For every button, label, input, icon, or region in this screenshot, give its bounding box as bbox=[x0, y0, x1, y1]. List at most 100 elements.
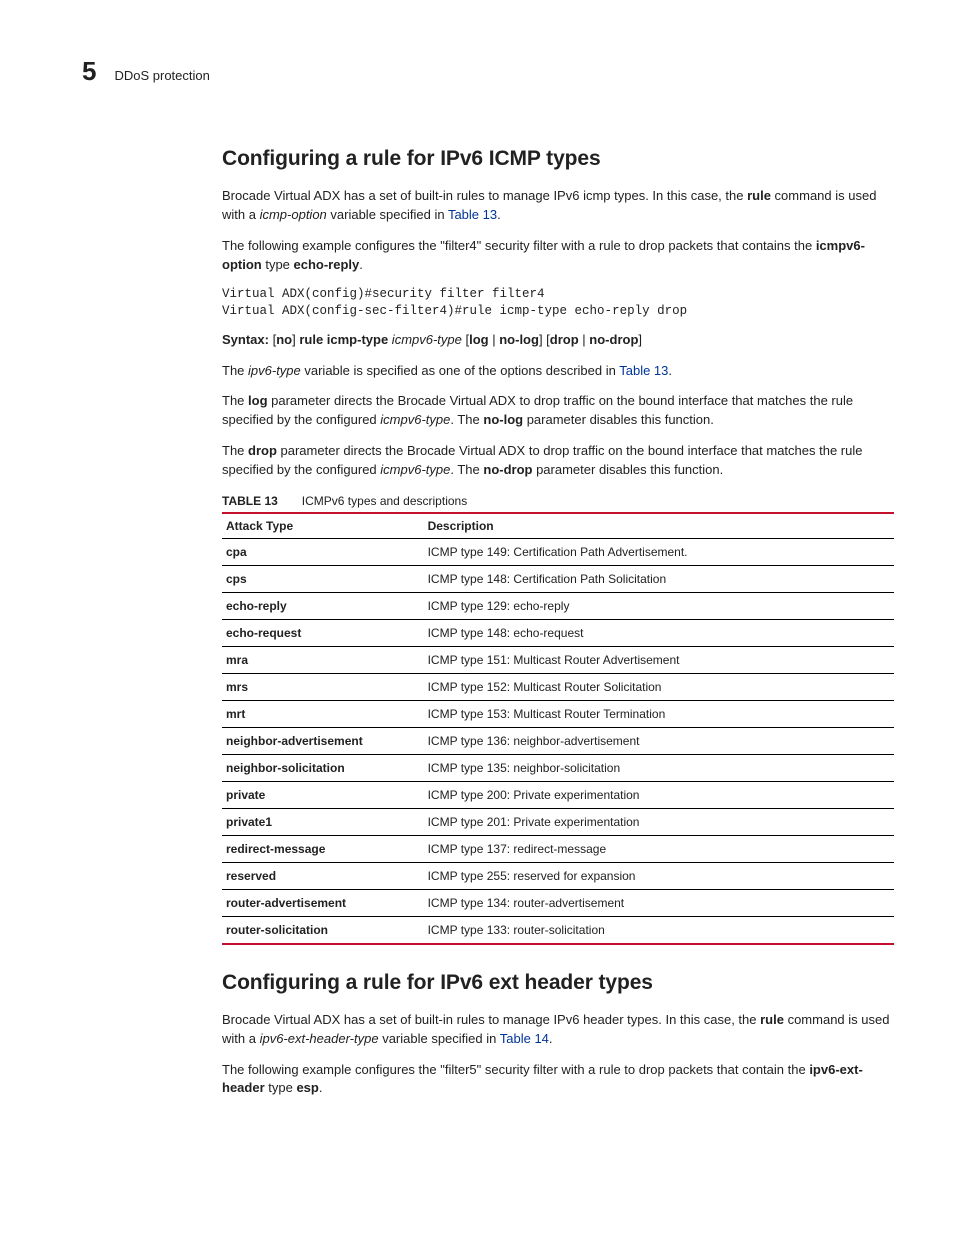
syntax-label: Syntax: bbox=[222, 332, 273, 347]
cell-attack-type: redirect-message bbox=[222, 835, 424, 862]
table-header-row: Attack Type Description bbox=[222, 513, 894, 539]
paragraph: The drop parameter directs the Brocade V… bbox=[222, 442, 894, 480]
text: . bbox=[668, 363, 672, 378]
syntax-line: Syntax: [no] rule icmp-type icmpv6-type … bbox=[222, 330, 894, 350]
cell-description: ICMP type 255: reserved for expansion bbox=[424, 862, 894, 889]
table-row: cpaICMP type 149: Certification Path Adv… bbox=[222, 538, 894, 565]
cell-description: ICMP type 152: Multicast Router Solicita… bbox=[424, 673, 894, 700]
heading-ext-header-types: Configuring a rule for IPv6 ext header t… bbox=[222, 971, 894, 995]
cell-attack-type: private1 bbox=[222, 808, 424, 835]
col-header-attack: Attack Type bbox=[222, 513, 424, 539]
table-row: router-solicitationICMP type 133: router… bbox=[222, 916, 894, 944]
table-row: reservedICMP type 255: reserved for expa… bbox=[222, 862, 894, 889]
heading-icmp-types: Configuring a rule for IPv6 ICMP types bbox=[222, 147, 894, 171]
paragraph: Brocade Virtual ADX has a set of built-i… bbox=[222, 187, 894, 225]
text: The bbox=[222, 443, 248, 458]
text: The following example configures the "fi… bbox=[222, 1062, 809, 1077]
table-number: TABLE 13 bbox=[222, 494, 278, 508]
cell-attack-type: mrt bbox=[222, 700, 424, 727]
table-row: neighbor-advertisementICMP type 136: nei… bbox=[222, 727, 894, 754]
paragraph: Brocade Virtual ADX has a set of built-i… bbox=[222, 1011, 894, 1049]
code-block: Virtual ADX(config)#security filter filt… bbox=[222, 286, 894, 320]
cell-attack-type: echo-reply bbox=[222, 592, 424, 619]
variable: ipv6-ext-header-type bbox=[260, 1031, 379, 1046]
text: . bbox=[549, 1031, 553, 1046]
text: parameter disables this function. bbox=[523, 412, 714, 427]
keyword: no bbox=[276, 332, 292, 347]
icmpv6-types-table: Attack Type Description cpaICMP type 149… bbox=[222, 512, 894, 945]
cell-description: ICMP type 136: neighbor-advertisement bbox=[424, 727, 894, 754]
cell-attack-type: neighbor-solicitation bbox=[222, 754, 424, 781]
cell-attack-type: reserved bbox=[222, 862, 424, 889]
table-row: mrtICMP type 153: Multicast Router Termi… bbox=[222, 700, 894, 727]
paragraph: The log parameter directs the Brocade Vi… bbox=[222, 392, 894, 430]
table-caption: TABLE 13 ICMPv6 types and descriptions bbox=[222, 494, 894, 508]
cell-description: ICMP type 148: echo-request bbox=[424, 619, 894, 646]
cell-description: ICMP type 151: Multicast Router Advertis… bbox=[424, 646, 894, 673]
text: . bbox=[319, 1080, 323, 1095]
table-link[interactable]: Table 14 bbox=[500, 1031, 549, 1046]
table-link[interactable]: Table 13 bbox=[619, 363, 668, 378]
text: ] [ bbox=[539, 332, 550, 347]
cell-description: ICMP type 201: Private experimentation bbox=[424, 808, 894, 835]
page: 5 DDoS protection Configuring a rule for… bbox=[0, 0, 954, 1170]
text: type bbox=[265, 1080, 297, 1095]
table-row: echo-replyICMP type 129: echo-reply bbox=[222, 592, 894, 619]
chapter-number: 5 bbox=[82, 56, 96, 87]
text: . bbox=[359, 257, 363, 272]
keyword: drop bbox=[550, 332, 579, 347]
text: | bbox=[579, 332, 590, 347]
section-label: DDoS protection bbox=[114, 68, 209, 83]
table-row: neighbor-solicitationICMP type 135: neig… bbox=[222, 754, 894, 781]
text: Brocade Virtual ADX has a set of built-i… bbox=[222, 1012, 760, 1027]
table-row: echo-requestICMP type 148: echo-request bbox=[222, 619, 894, 646]
cell-description: ICMP type 135: neighbor-solicitation bbox=[424, 754, 894, 781]
cmd-keyword: rule bbox=[747, 188, 771, 203]
table-link[interactable]: Table 13 bbox=[448, 207, 497, 222]
cell-description: ICMP type 137: redirect-message bbox=[424, 835, 894, 862]
cell-description: ICMP type 134: router-advertisement bbox=[424, 889, 894, 916]
keyword: log bbox=[248, 393, 268, 408]
cell-attack-type: mra bbox=[222, 646, 424, 673]
keyword: rule icmp-type bbox=[299, 332, 388, 347]
running-header: 5 DDoS protection bbox=[82, 56, 894, 87]
cell-attack-type: cps bbox=[222, 565, 424, 592]
cell-description: ICMP type 148: Certification Path Solici… bbox=[424, 565, 894, 592]
keyword: no-drop bbox=[589, 332, 638, 347]
cell-attack-type: echo-request bbox=[222, 619, 424, 646]
table-row: mraICMP type 151: Multicast Router Adver… bbox=[222, 646, 894, 673]
text: type bbox=[262, 257, 294, 272]
keyword: no-log bbox=[483, 412, 523, 427]
table-title: ICMPv6 types and descriptions bbox=[302, 494, 467, 508]
cell-attack-type: router-advertisement bbox=[222, 889, 424, 916]
paragraph: The ipv6-type variable is specified as o… bbox=[222, 362, 894, 381]
variable: icmp-option bbox=[260, 207, 327, 222]
paragraph: The following example configures the "fi… bbox=[222, 237, 894, 275]
variable: icmpv6-type bbox=[380, 462, 450, 477]
cell-description: ICMP type 149: Certification Path Advert… bbox=[424, 538, 894, 565]
variable: icmpv6-type bbox=[380, 412, 450, 427]
cell-attack-type: private bbox=[222, 781, 424, 808]
text: ] bbox=[638, 332, 642, 347]
paragraph: The following example configures the "fi… bbox=[222, 1061, 894, 1099]
cell-attack-type: cpa bbox=[222, 538, 424, 565]
col-header-desc: Description bbox=[424, 513, 894, 539]
text: | bbox=[489, 332, 500, 347]
cmd-keyword: esp bbox=[296, 1080, 318, 1095]
cell-attack-type: neighbor-advertisement bbox=[222, 727, 424, 754]
cmd-keyword: echo-reply bbox=[294, 257, 360, 272]
text: variable is specified as one of the opti… bbox=[301, 363, 619, 378]
table-row: private1ICMP type 201: Private experimen… bbox=[222, 808, 894, 835]
text: variable specified in bbox=[327, 207, 448, 222]
table-row: privateICMP type 200: Private experiment… bbox=[222, 781, 894, 808]
text: The bbox=[222, 393, 248, 408]
cell-description: ICMP type 153: Multicast Router Terminat… bbox=[424, 700, 894, 727]
text: variable specified in bbox=[379, 1031, 500, 1046]
cmd-keyword: rule bbox=[760, 1012, 784, 1027]
text: parameter disables this function. bbox=[532, 462, 723, 477]
cell-description: ICMP type 133: router-solicitation bbox=[424, 916, 894, 944]
keyword: no-drop bbox=[483, 462, 532, 477]
keyword: drop bbox=[248, 443, 277, 458]
table-row: mrsICMP type 152: Multicast Router Solic… bbox=[222, 673, 894, 700]
cell-attack-type: mrs bbox=[222, 673, 424, 700]
